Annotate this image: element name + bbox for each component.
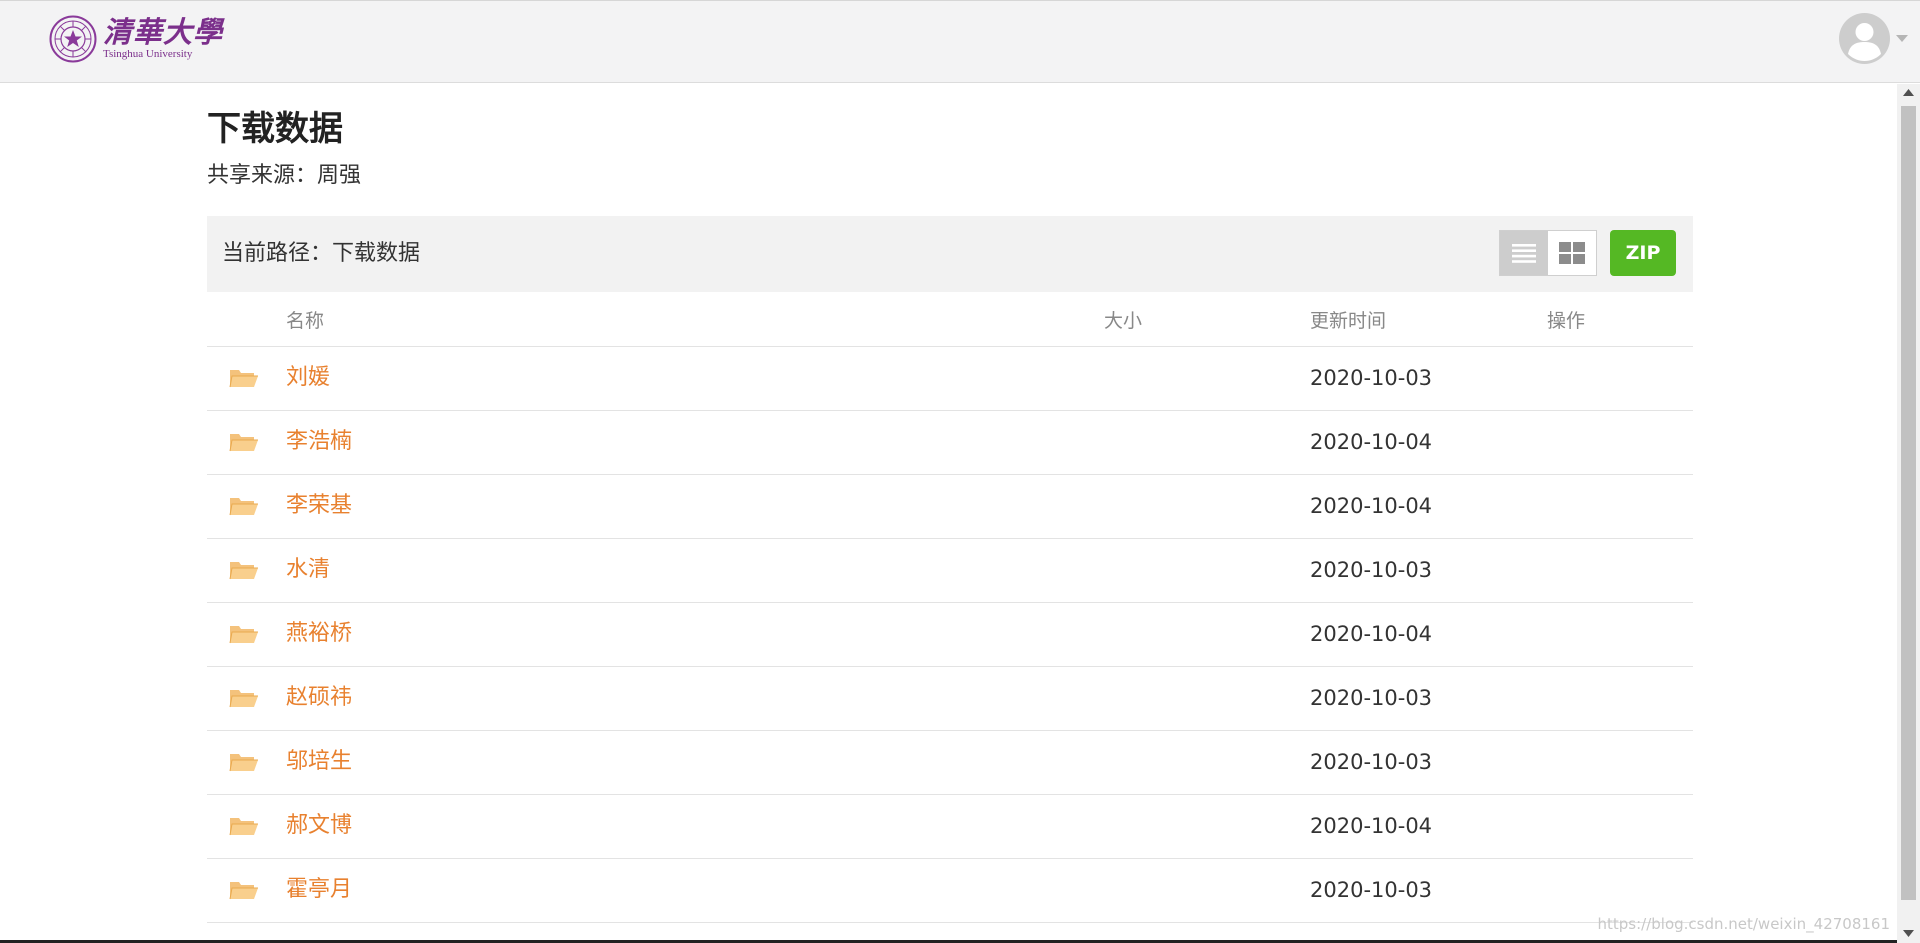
folder-name-link[interactable]: 燕裕桥 <box>286 620 352 648</box>
list-view-icon <box>1512 244 1536 263</box>
scrollbar-thumb[interactable] <box>1901 106 1916 900</box>
folder-icon <box>229 690 258 708</box>
table-row[interactable]: 水清 2020-10-03 <box>207 539 1693 603</box>
updated-time: 2020-10-03 <box>1310 878 1433 902</box>
updated-time: 2020-10-04 <box>1310 494 1433 518</box>
folder-icon <box>229 882 258 900</box>
table-row[interactable]: 赵硕祎 2020-10-03 <box>207 667 1693 731</box>
folder-icon <box>229 562 258 580</box>
vertical-scrollbar[interactable] <box>1897 84 1920 943</box>
user-menu[interactable] <box>1839 13 1920 64</box>
caret-down-icon[interactable] <box>1896 34 1908 43</box>
page-title: 下载数据 <box>207 109 343 149</box>
table-row[interactable]: 霍亭月 2020-10-03 <box>207 859 1693 923</box>
table-row[interactable]: 刘媛 2020-10-03 <box>207 347 1693 411</box>
folder-name-link[interactable]: 刘媛 <box>286 364 330 392</box>
folder-name-link[interactable]: 郝文博 <box>286 812 352 840</box>
share-source-text: 共享来源：周强 <box>207 163 362 188</box>
logo-name-en: Tsinghua University <box>103 48 193 60</box>
table-row[interactable]: 李荣基 2020-10-04 <box>207 475 1693 539</box>
updated-time: 2020-10-04 <box>1310 622 1433 646</box>
updated-time: 2020-10-03 <box>1310 558 1433 582</box>
folder-icon <box>229 498 258 516</box>
folder-icon <box>229 434 258 452</box>
path-bar: 当前路径：下载数据 ZIP <box>207 216 1693 292</box>
updated-time: 2020-10-03 <box>1310 686 1433 710</box>
university-logo[interactable]: 清華大學 Tsinghua University <box>49 15 223 63</box>
folder-name-link[interactable]: 霍亭月 <box>286 876 352 904</box>
folder-name-link[interactable]: 李荣基 <box>286 492 352 520</box>
column-header-updated[interactable]: 更新时间 <box>1310 306 1386 333</box>
view-toggle <box>1499 230 1597 276</box>
table-row[interactable]: 李浩楠 2020-10-04 <box>207 411 1693 475</box>
table-row[interactable]: 郝文博 2020-10-04 <box>207 795 1693 859</box>
updated-time: 2020-10-03 <box>1310 750 1433 774</box>
updated-time: 2020-10-03 <box>1310 366 1433 390</box>
table-row[interactable]: 燕裕桥 2020-10-04 <box>207 603 1693 667</box>
folder-name-link[interactable]: 赵硕祎 <box>286 684 352 712</box>
table-header: 名称 大小 更新时间 操作 <box>207 292 1693 347</box>
watermark-text: https://blog.csdn.net/weixin_42708161 <box>1597 915 1890 933</box>
grid-view-button[interactable] <box>1548 231 1596 275</box>
current-path-breadcrumb: 当前路径：下载数据 <box>222 241 421 266</box>
updated-time: 2020-10-04 <box>1310 430 1433 454</box>
file-table: 名称 大小 更新时间 操作 刘媛 2020-10-03 李浩楠 2020-10-… <box>207 292 1693 923</box>
scroll-down-arrow-icon[interactable] <box>1903 930 1914 937</box>
folder-name-link[interactable]: 水清 <box>286 556 330 584</box>
column-header-name[interactable]: 名称 <box>286 306 324 333</box>
folder-name-link[interactable]: 邬培生 <box>286 748 352 776</box>
page: 清華大學 Tsinghua University 下载数据 共享来源：周强 当前… <box>0 0 1920 943</box>
list-view-button[interactable] <box>1500 231 1548 275</box>
table-row[interactable]: 邬培生 2020-10-03 <box>207 731 1693 795</box>
column-header-actions: 操作 <box>1547 310 1586 332</box>
logo-name-cn: 清華大學 <box>103 15 224 49</box>
top-header: 清華大學 Tsinghua University <box>0 0 1920 83</box>
folder-icon <box>229 626 258 644</box>
folder-name-link[interactable]: 李浩楠 <box>286 428 352 456</box>
folder-icon <box>229 818 258 836</box>
column-header-size[interactable]: 大小 <box>1104 306 1142 333</box>
logo-text: 清華大學 Tsinghua University <box>103 17 223 61</box>
university-seal-icon <box>49 15 97 63</box>
user-avatar-icon[interactable] <box>1839 13 1890 64</box>
folder-icon <box>229 370 258 388</box>
updated-time: 2020-10-04 <box>1310 814 1433 838</box>
scroll-up-arrow-icon[interactable] <box>1903 89 1914 96</box>
zip-download-button[interactable]: ZIP <box>1610 230 1676 276</box>
folder-icon <box>229 754 258 772</box>
grid-view-icon <box>1559 242 1585 264</box>
